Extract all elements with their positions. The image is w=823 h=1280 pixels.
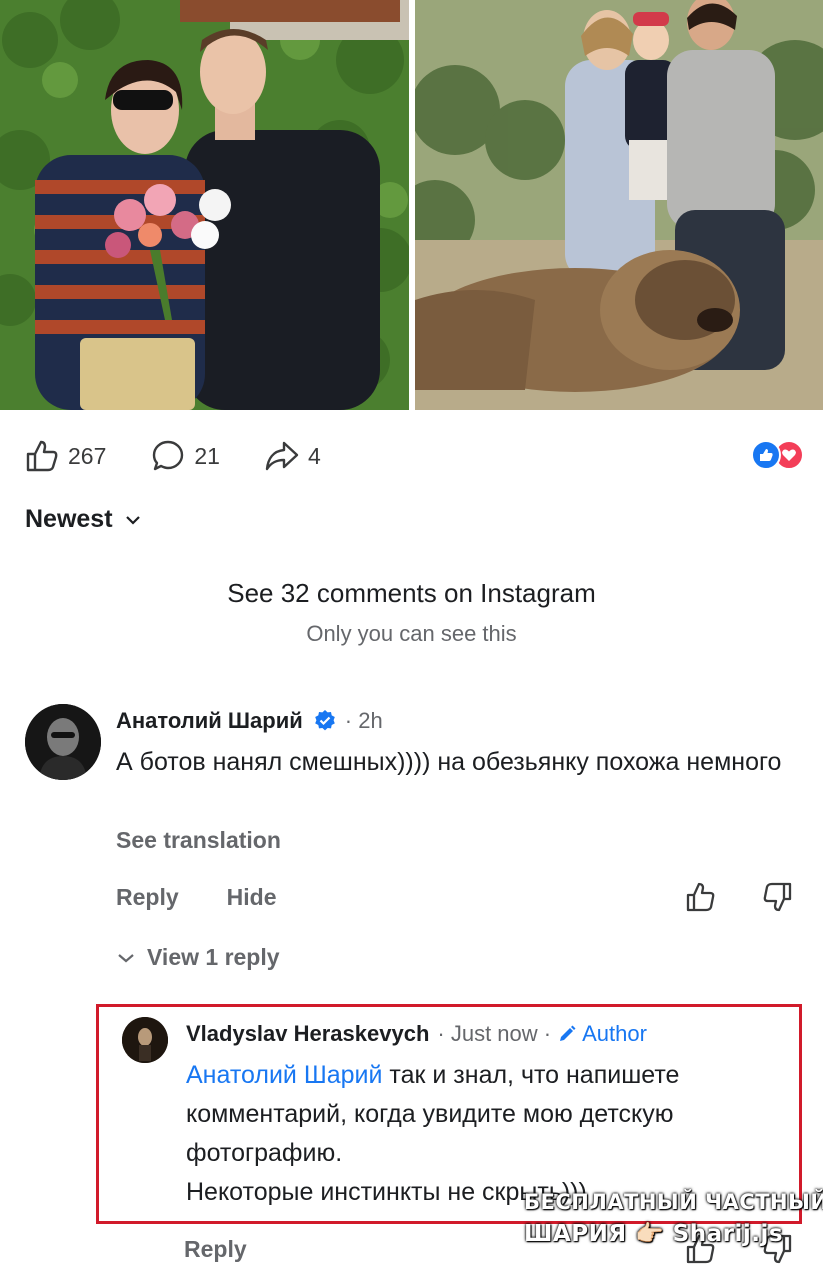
comment-time: · 2h <box>344 708 383 733</box>
reply-author-avatar[interactable] <box>122 1017 168 1063</box>
avatar-image <box>25 704 101 780</box>
sort-label: Newest <box>25 505 113 533</box>
downvote-icon[interactable] <box>760 880 794 914</box>
comment-text: А ботов нанял смешных)))) на обезьянку п… <box>116 748 782 776</box>
like-count: 267 <box>68 442 107 469</box>
chevron-down-icon <box>118 953 134 962</box>
like-reaction-icon <box>751 440 781 470</box>
comment-icon <box>153 440 184 471</box>
reaction-summary[interactable] <box>751 440 804 470</box>
avatar-image <box>122 1017 168 1063</box>
share-stat[interactable]: 4 <box>264 438 321 474</box>
upvote-icon[interactable] <box>684 880 718 914</box>
watermark-line1: БЕСПЛАТНЫЙ ЧАСТНЫЙ <box>524 1190 823 1214</box>
comment-actions: Reply Hide <box>116 884 324 911</box>
instagram-comments-notice: See 32 comments on Instagram Only you ca… <box>0 578 823 647</box>
author-badge-label: Author <box>582 1021 647 1046</box>
reply-time: · Just now · <box>437 1021 552 1046</box>
mention-link[interactable]: Анатолий Шарий <box>186 1061 382 1089</box>
hide-button[interactable]: Hide <box>227 884 277 911</box>
channel-watermark: БЕСПЛАТНЫЙ ЧАСТНЫЙ ШАРИЯ 👉🏻 Sharij.js <box>524 1190 823 1247</box>
visibility-note: Only you can see this <box>306 621 517 646</box>
couple-photo-drawing <box>0 0 409 410</box>
watermark-line2: ШАРИЯ 👉🏻 Sharij.js <box>524 1221 784 1247</box>
reply-text: Анатолий Шарий так и знал, что напишете … <box>186 1056 786 1212</box>
see-translation-link[interactable]: See translation <box>116 827 281 854</box>
verified-badge-icon <box>314 710 335 731</box>
reply-author-name[interactable]: Vladyslav Heraskevych <box>186 1021 429 1047</box>
share-icon <box>265 441 299 471</box>
chevron-down-icon <box>125 515 140 525</box>
like-stat[interactable]: 267 <box>24 438 106 474</box>
couple-photo[interactable] <box>0 0 409 410</box>
commenter-avatar[interactable] <box>25 704 101 780</box>
author-badge: Author <box>557 1021 647 1047</box>
view-replies-button[interactable]: View 1 reply <box>117 944 280 971</box>
reply-header: Vladyslav Heraskevych · Just now · Autho… <box>186 1021 647 1047</box>
comment-stat[interactable]: 21 <box>150 438 220 474</box>
post-photos <box>0 0 823 410</box>
comment-count: 21 <box>194 442 220 469</box>
instagram-comments-link[interactable]: See 32 comments on Instagram <box>0 578 823 609</box>
comment-sort-dropdown[interactable]: Newest <box>25 505 141 534</box>
family-photo-drawing <box>415 0 823 410</box>
view-replies-label: View 1 reply <box>147 944 280 970</box>
reply-reply-button[interactable]: Reply <box>184 1236 247 1263</box>
family-photo[interactable] <box>415 0 823 410</box>
like-icon <box>26 440 58 472</box>
post-stats-bar: 267 21 4 <box>24 436 804 476</box>
pencil-icon <box>560 1025 576 1041</box>
reply-button[interactable]: Reply <box>116 884 179 911</box>
comment-header: Анатолий Шарий · 2h <box>116 708 383 734</box>
comment-author-name[interactable]: Анатолий Шарий <box>116 708 303 734</box>
share-count: 4 <box>307 442 321 469</box>
